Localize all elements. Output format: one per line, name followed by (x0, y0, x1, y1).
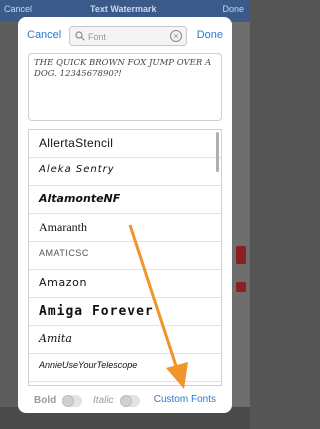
search-icon (75, 31, 85, 41)
search-field[interactable]: × (69, 26, 187, 46)
preview-text-area[interactable]: THE QUICK BROWN FOX JUMP OVER A DOG. 123… (28, 53, 222, 121)
font-item-aleka-sentry[interactable]: Aleka Sentry (29, 158, 221, 186)
font-item-label: Amazon (39, 276, 88, 289)
background-left-strip (0, 22, 18, 429)
font-item-label: Amita (39, 332, 72, 345)
font-item-label: Amiga Forever (39, 304, 154, 319)
font-item-altamontenf[interactable]: AltamonteNF (29, 186, 221, 214)
font-item-label: AllertaStencil (39, 136, 114, 150)
bold-toggle-knob (62, 395, 74, 407)
font-list[interactable]: AllertaStencil Aleka Sentry AltamonteNF … (28, 129, 222, 386)
custom-fonts-button[interactable]: Custom Fonts (154, 394, 216, 405)
font-item-amiga-forever[interactable]: Amiga Forever (29, 298, 221, 326)
bottom-bar: Bold Italic Custom Fonts (18, 387, 232, 413)
font-picker-modal: Cancel × Done THE QUICK BROWN FOX JUMP O… (18, 17, 232, 413)
background-cancel: Cancel (4, 4, 33, 14)
font-item-amazon[interactable]: Amazon (29, 270, 221, 298)
italic-toggle[interactable] (120, 395, 140, 407)
italic-toggle-knob (120, 395, 132, 407)
background-red-block (236, 282, 246, 292)
clear-icon[interactable]: × (170, 30, 182, 42)
cancel-button[interactable]: Cancel (27, 29, 61, 41)
font-item-amaticsc[interactable]: AMATICSC (29, 242, 221, 270)
modal-navbar: Cancel × Done (18, 17, 232, 57)
font-item-amita[interactable]: Amita (29, 326, 221, 354)
font-item-amaranth[interactable]: Amaranth (29, 214, 221, 242)
background-right-strip (232, 22, 250, 429)
background-done: Done (222, 4, 244, 14)
bold-toggle[interactable] (62, 395, 82, 407)
italic-label: Italic (93, 395, 114, 406)
done-button[interactable]: Done (197, 29, 223, 41)
font-item-label: AMATICSC (39, 248, 89, 258)
font-item-label: Amaranth (39, 220, 87, 234)
font-item-allertastencil[interactable]: AllertaStencil (29, 130, 221, 158)
font-item-label: Aleka Sentry (39, 164, 115, 175)
bold-label: Bold (34, 395, 57, 406)
font-item-label: AnnieUseYourTelescope (39, 360, 138, 370)
background-title: Text Watermark (90, 4, 157, 14)
font-item-label: AltamonteNF (39, 192, 121, 205)
list-scrollbar[interactable] (216, 132, 219, 172)
background-red-block (236, 246, 246, 264)
search-input[interactable] (88, 30, 168, 43)
font-item-annieuseyourtelescope[interactable]: AnnieUseYourTelescope (29, 354, 221, 382)
